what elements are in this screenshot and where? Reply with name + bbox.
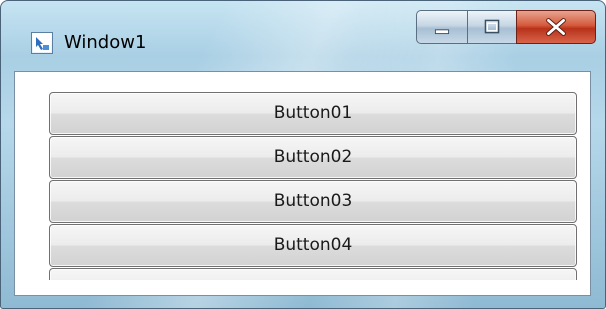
maximize-icon <box>484 19 500 34</box>
button-list: Button01 Button02 Button03 Button04 <box>49 92 577 280</box>
minimize-icon <box>434 29 450 35</box>
maximize-button[interactable] <box>467 10 517 44</box>
button-01[interactable]: Button01 <box>49 92 577 135</box>
title-bar[interactable]: Window1 <box>1 1 605 71</box>
window-title: Window1 <box>64 32 147 53</box>
window-icon[interactable] <box>31 32 53 54</box>
caption-buttons <box>416 10 598 46</box>
button-03[interactable]: Button03 <box>49 180 577 223</box>
button-05-partial[interactable] <box>49 268 577 280</box>
window-client-area: Button01 Button02 Button03 Button04 <box>14 71 591 296</box>
window: Window1 Button01 Button02 Button03 Butto… <box>0 0 606 309</box>
close-button[interactable] <box>516 10 596 44</box>
button-02[interactable]: Button02 <box>49 136 577 179</box>
button-04[interactable]: Button04 <box>49 224 577 267</box>
close-icon <box>546 18 566 36</box>
minimize-button[interactable] <box>416 10 468 44</box>
